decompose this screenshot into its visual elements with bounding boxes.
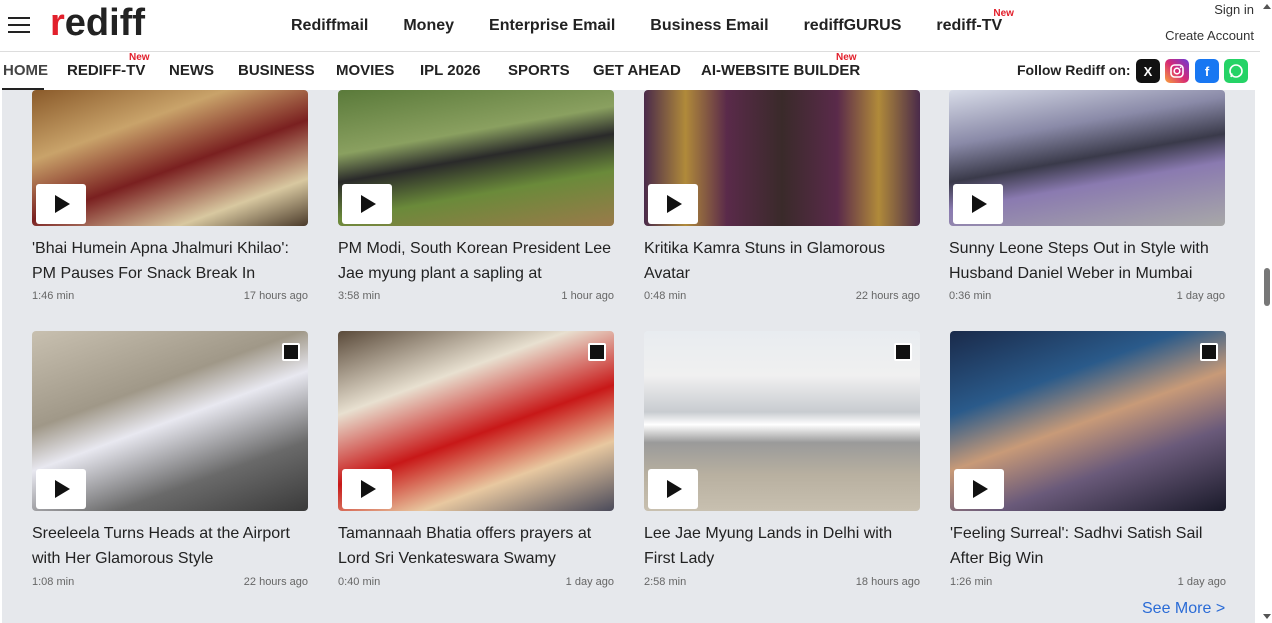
rediff-logo[interactable]: rediff [50,2,145,45]
top-header: rediff Rediffmail Money Enterprise Email… [0,0,1260,52]
play-icon[interactable] [648,184,698,224]
link-rediffmail[interactable]: Rediffmail [291,17,368,35]
scroll-up-icon[interactable] [1263,4,1271,9]
video-meta: 1:46 min 17 hours ago [32,290,308,302]
video-age: 1 day ago [1177,576,1226,588]
scroll-down-icon[interactable] [1263,614,1271,619]
video-thumbnail[interactable] [949,90,1225,226]
link-business-email[interactable]: Business Email [650,17,768,35]
x-icon[interactable]: X [1136,59,1160,83]
facebook-icon[interactable]: f [1195,59,1219,83]
link-rediff-tv-label: rediff-TV [936,17,1003,34]
video-title[interactable]: Lee Jae Myung Lands in Delhi with First … [644,521,924,571]
video-title[interactable]: Sreeleela Turns Heads at the Airport wit… [32,521,312,571]
ani-logo-icon [1200,343,1218,361]
nav-rediff-tv[interactable]: REDIFF-TV New [67,52,150,79]
video-age: 22 hours ago [243,576,308,588]
video-thumbnail[interactable] [32,331,308,511]
ani-logo-icon [282,343,300,361]
link-enterprise-email[interactable]: Enterprise Email [489,17,615,35]
ani-logo-icon [894,343,912,361]
nav-business[interactable]: BUSINESS [238,62,315,79]
video-thumbnail[interactable] [950,331,1226,511]
menu-icon[interactable] [8,17,30,35]
video-title[interactable]: 'Bhai Humein Apna Jhalmuri Khilao': PM P… [32,236,312,286]
video-thumbnail[interactable] [32,90,308,226]
video-meta: 2:58 min 18 hours ago [644,576,920,588]
nav-rediff-tv-label: REDIFF-TV [67,62,146,79]
video-duration: 0:40 min [338,576,381,588]
video-duration: 1:08 min [32,576,75,588]
video-duration: 3:58 min [338,290,381,302]
video-title[interactable]: Sunny Leone Steps Out in Style with Husb… [949,236,1229,286]
video-meta: 1:26 min 1 day ago [950,576,1226,588]
link-rediffgurus[interactable]: rediffGURUS [804,17,902,35]
top-links: Rediffmail Money Enterprise Email Busine… [291,8,1037,35]
nav-sports[interactable]: SPORTS [508,62,570,79]
video-title[interactable]: 'Feeling Surreal': Sadhvi Satish Sail Af… [950,521,1230,571]
play-icon[interactable] [36,184,86,224]
play-icon[interactable] [342,469,392,509]
scrollbar[interactable] [1260,0,1272,623]
nav-movies[interactable]: MOVIES [336,62,394,79]
video-age: 1 day ago [565,576,614,588]
whatsapp-icon[interactable] [1224,59,1248,83]
link-money[interactable]: Money [403,17,454,35]
new-badge: New [993,8,1014,19]
instagram-icon[interactable] [1165,59,1189,83]
video-age: 17 hours ago [243,290,308,302]
nav-news[interactable]: NEWS [169,62,214,79]
link-rediff-tv[interactable]: rediff-TV New [936,8,1014,35]
video-age: 1 day ago [1176,290,1225,302]
ani-logo-icon [588,343,606,361]
video-title[interactable]: Kritika Kamra Stuns in Glamorous Avatar [644,236,924,286]
new-badge: New [836,52,857,63]
nav-home[interactable]: HOME [3,62,48,79]
video-age: 18 hours ago [855,576,920,588]
play-icon[interactable] [953,184,1003,224]
video-duration: 1:46 min [32,290,75,302]
follow-label: Follow Rediff on: [1017,62,1131,78]
video-meta: 3:58 min 1 hour ago [338,290,614,302]
signin-link[interactable]: Sign in [1214,2,1254,17]
nav-get-ahead[interactable]: GET AHEAD [593,62,681,79]
video-age: 22 hours ago [855,290,920,302]
create-account-link[interactable]: Create Account [1165,28,1254,43]
video-thumbnail[interactable] [338,331,614,511]
video-meta: 0:48 min 22 hours ago [644,290,920,302]
play-icon[interactable] [648,469,698,509]
play-icon[interactable] [342,184,392,224]
scrollbar-thumb[interactable] [1264,268,1270,306]
video-thumbnail[interactable] [644,90,920,226]
video-duration: 1:26 min [950,576,993,588]
nav-ipl[interactable]: IPL 2026 [420,62,481,79]
video-title[interactable]: Tamannaah Bhatia offers prayers at Lord … [338,521,618,571]
video-duration: 0:36 min [949,290,992,302]
video-duration: 0:48 min [644,290,687,302]
video-title[interactable]: PM Modi, South Korean President Lee Jae … [338,236,618,286]
new-badge: New [129,52,150,63]
nav-ai-website-builder[interactable]: AI-WEBSITE BUILDER New [701,52,861,79]
play-icon[interactable] [36,469,86,509]
video-meta: 0:40 min 1 day ago [338,576,614,588]
video-duration: 2:58 min [644,576,687,588]
video-meta: 0:36 min 1 day ago [949,290,1225,302]
video-age: 1 hour ago [561,290,614,302]
main-nav: HOME REDIFF-TV New NEWS BUSINESS MOVIES I… [0,52,1260,91]
video-thumbnail[interactable] [338,90,614,226]
see-more-link[interactable]: See More > [1142,600,1225,618]
video-meta: 1:08 min 22 hours ago [32,576,308,588]
nav-ai-website-builder-label: AI-WEBSITE BUILDER [701,62,861,79]
video-thumbnail[interactable] [644,331,920,511]
play-icon[interactable] [954,469,1004,509]
